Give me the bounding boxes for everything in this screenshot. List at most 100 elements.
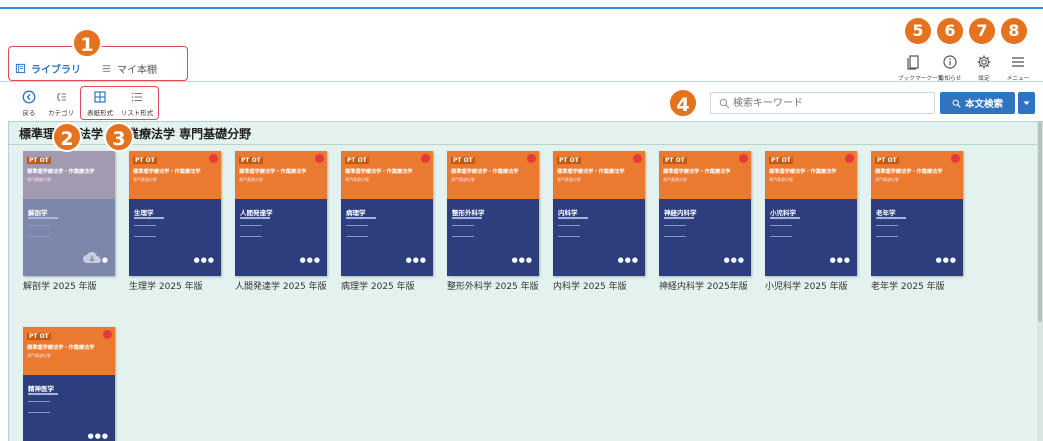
cover-series-sub: 専門基礎分野 [27, 177, 51, 182]
cover-detail-line [240, 217, 270, 219]
tab-my-shelf[interactable]: マイ本棚 [101, 61, 157, 76]
cover-ptot: PT OT [875, 157, 899, 164]
list-view-button[interactable]: リスト形式 [120, 90, 154, 117]
cover-series: 標準理学療法学・作業療法学 [27, 345, 95, 351]
cover-ptot: PT OT [27, 333, 51, 340]
cover-detail-block [664, 225, 686, 237]
callout-3: 3 [104, 122, 134, 152]
category-label: カテゴリ [48, 109, 74, 117]
cover-ptot: PT OT [557, 157, 581, 164]
book-item[interactable]: PT OT標準理学療法学・作業療法学専門基礎分野解剖学●●●解剖学 2025 年… [23, 151, 115, 293]
search-icon [719, 98, 730, 109]
cover-series: 標準理学療法学・作業療法学 [239, 169, 307, 175]
book-cover[interactable]: PT OT 標準理学療法学・作業療法学 専門基礎分野 整形外科学 ●●● [447, 151, 539, 276]
book-title[interactable]: 整形外科学 2025 年版 [447, 282, 547, 293]
callout-5: 5 [905, 18, 931, 44]
tab-library[interactable]: ライブラリ [15, 61, 81, 76]
cover-series-sub: 専門基礎分野 [875, 177, 899, 182]
cover-series-sub: 専門基礎分野 [239, 177, 263, 182]
book-cover[interactable]: PT OT 標準理学療法学・作業療法学 専門基礎分野 小児科学 ●●● [765, 151, 857, 276]
book-cover[interactable]: PT OT 標準理学療法学・作業療法学 専門基礎分野 内科学 ●●● [553, 151, 645, 276]
cover-subject: 病理学 [346, 209, 366, 217]
callout-7: 7 [969, 18, 995, 44]
book-cover[interactable]: PT OT 標準理学療法学・作業療法学 専門基礎分野 病理学 ●●● [341, 151, 433, 276]
bookmark-list-icon [907, 55, 919, 70]
scrollbar-thumb[interactable] [1038, 122, 1042, 322]
back-button[interactable]: 戻る [12, 90, 46, 117]
book-cover[interactable]: PT OT標準理学療法学・作業療法学専門基礎分野解剖学●●● [23, 151, 115, 276]
cover-ptot: PT OT [769, 157, 793, 164]
info-button[interactable]: お知らせ [933, 54, 967, 82]
back-arrow-icon [22, 90, 36, 104]
book-item[interactable]: PT OT 標準理学療法学・作業療法学 専門基礎分野 神経内科学 ●●● 神経内科学 20… [659, 151, 751, 293]
cover-ptot: PT OT [345, 157, 369, 164]
gear-icon [977, 55, 991, 69]
search-button-icon [952, 99, 961, 108]
cover-subject: 小児科学 [770, 209, 796, 217]
book-title[interactable]: 生理学 2025 年版 [129, 282, 229, 293]
cover-series-sub: 専門基礎分野 [451, 177, 475, 182]
book-cover[interactable]: PT OT 標準理学療法学・作業療法学 専門基礎分野 老年学 ●●● [871, 151, 963, 276]
book-item[interactable]: PT OT 標準理学療法学・作業療法学 専門基礎分野 老年学 ●●● 老年学 2025 年… [871, 151, 963, 293]
book-item[interactable]: PT OT 標準理学療法学・作業療法学 専門基礎分野 整形外科学 ●●● 整形外科学 20… [447, 151, 539, 293]
new-badge-dot [633, 154, 642, 163]
cover-subject: 整形外科学 [452, 209, 485, 217]
cover-ptot: PT OT [133, 157, 157, 164]
callout-2: 2 [52, 122, 82, 152]
book-title[interactable]: 老年学 2025 年版 [871, 282, 971, 293]
tab-library-label: ライブラリ [31, 65, 81, 76]
search-options-dropdown[interactable] [1018, 92, 1035, 114]
new-badge-dot [739, 154, 748, 163]
top-rule [0, 7, 1043, 9]
cover-view-button[interactable]: 表紙形式 [83, 90, 117, 117]
book-title[interactable]: 人間発達学 2025 年版 [235, 282, 335, 293]
book-cover[interactable]: PT OT 標準理学療法学・作業療法学 専門基礎分野 精神医学 ●●● [23, 327, 115, 441]
callout-1: 1 [72, 28, 102, 58]
cover-series: 標準理学療法学・作業療法学 [875, 169, 943, 175]
book-cover[interactable]: PT OT 標準理学療法学・作業療法学 専門基礎分野 生理学 ●●● [129, 151, 221, 276]
category-button[interactable]: カテゴリ [44, 90, 78, 117]
book-item[interactable]: PT OT 標準理学療法学・作業療法学 専門基礎分野 小児科学 ●●● 小児科学 2025… [765, 151, 857, 293]
cover-series-sub: 専門基礎分野 [663, 177, 687, 182]
book-title[interactable]: 病理学 2025 年版 [341, 282, 441, 293]
book-cover[interactable]: PT OT 標準理学療法学・作業療法学 専門基礎分野 人間発達学 ●●● [235, 151, 327, 276]
new-badge-dot [845, 154, 854, 163]
cover-detail-block [134, 225, 156, 237]
book-cover[interactable]: PT OT 標準理学療法学・作業療法学 専門基礎分野 神経内科学 ●●● [659, 151, 751, 276]
book-title[interactable]: 内科学 2025 年版 [553, 282, 653, 293]
cover-marks: ●●● [405, 256, 427, 264]
bookmark-list-button[interactable]: ブックマーク一覧 [897, 54, 943, 82]
list-icon [102, 65, 111, 72]
cover-series-sub: 専門基礎分野 [133, 177, 157, 182]
download-cloud-icon[interactable] [82, 251, 102, 265]
book-title[interactable]: 解剖学 2025 年版 [23, 282, 123, 293]
cover-marks: ●●● [87, 432, 109, 440]
search-input[interactable] [733, 95, 929, 111]
list-view-label: リスト形式 [120, 109, 154, 117]
cover-detail-line [770, 217, 800, 219]
app-window: 5 6 7 8 ブックマーク一覧 お知らせ 設定 メニュー ライブラリ マイ本棚 [0, 0, 1043, 441]
book-item[interactable]: PT OT 標準理学療法学・作業療法学 専門基礎分野 生理学 ●●● 生理学 2025 年… [129, 151, 221, 293]
cover-series-sub: 専門基礎分野 [345, 177, 369, 182]
cover-series: 標準理学療法学・作業療法学 [133, 169, 201, 175]
book-title[interactable]: 神経内科学 2025年版 [659, 282, 759, 293]
settings-button[interactable]: 設定 [967, 54, 1001, 82]
panel-scrollbar[interactable] [1037, 122, 1043, 441]
book-item[interactable]: PT OT 標準理学療法学・作業療法学 専門基礎分野 人間発達学 ●●● 人間発達学 20… [235, 151, 327, 293]
fulltext-search-button[interactable]: 本文検索 [940, 92, 1015, 114]
cover-marks: ●●● [299, 256, 321, 264]
cover-series-sub: 専門基礎分野 [769, 177, 793, 182]
cover-detail-block [240, 225, 262, 237]
book-item[interactable]: PT OT 標準理学療法学・作業療法学 専門基礎分野 精神医学 ●●● [23, 327, 115, 441]
cover-subject: 神経内科学 [664, 209, 697, 217]
menu-button[interactable]: メニュー [1001, 54, 1035, 82]
book-item[interactable]: PT OT 標準理学療法学・作業療法学 専門基礎分野 病理学 ●●● 病理学 2025 年… [341, 151, 433, 293]
grid-icon [94, 91, 106, 103]
cover-marks: ●●● [723, 256, 745, 264]
book-title[interactable]: 小児科学 2025 年版 [765, 282, 865, 293]
book-item[interactable]: PT OT 標準理学療法学・作業療法学 専門基礎分野 内科学 ●●● 内科学 2025 年… [553, 151, 645, 293]
search-box [710, 92, 935, 114]
new-badge-dot [527, 154, 536, 163]
back-label: 戻る [22, 109, 36, 117]
tab-divider [0, 81, 1043, 82]
